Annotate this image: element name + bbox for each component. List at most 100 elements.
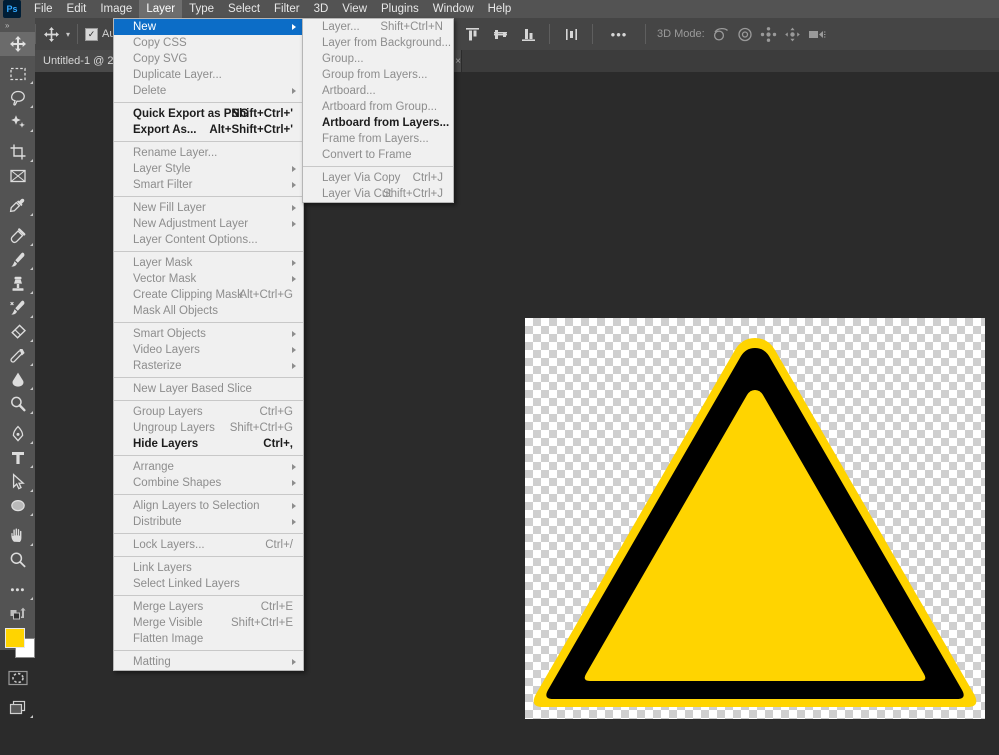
dodge-tool-icon[interactable] xyxy=(0,392,35,416)
move-tool-icon[interactable] xyxy=(0,32,35,56)
history-brush-tool-icon[interactable] xyxy=(0,296,35,320)
screen-mode-icon[interactable] xyxy=(0,696,35,720)
new-submenu-item-group-from-layers[interactable]: Group from Layers... xyxy=(303,67,453,83)
distribute-horizontal-icon[interactable] xyxy=(557,27,585,42)
layer-menu-item-video-layers[interactable]: Video Layers xyxy=(114,342,303,358)
layer-menu-item-smart-objects[interactable]: Smart Objects xyxy=(114,326,303,342)
layer-menu-item-mask-all-objects[interactable]: Mask All Objects xyxy=(114,303,303,319)
new-submenu-item-layer-via-copy[interactable]: Layer Via CopyCtrl+J xyxy=(303,170,453,186)
zoom-tool-icon[interactable] xyxy=(0,548,35,572)
lasso-tool-icon[interactable] xyxy=(0,86,35,110)
layer-menu-item-create-clipping-mask[interactable]: Create Clipping MaskAlt+Ctrl+G xyxy=(114,287,303,303)
tools-panel-collapse-button[interactable]: » xyxy=(0,18,35,32)
layer-menu-item-distribute[interactable]: Distribute xyxy=(114,514,303,530)
pen-tool-icon[interactable] xyxy=(0,422,35,446)
align-bottom-edges-icon[interactable] xyxy=(514,27,542,42)
layer-menu-item-rename-layer[interactable]: Rename Layer... xyxy=(114,145,303,161)
foreground-color-swatch[interactable] xyxy=(5,628,25,648)
menubar-item-help[interactable]: Help xyxy=(481,0,519,18)
menubar-item-file[interactable]: File xyxy=(27,0,60,18)
blur-tool-icon[interactable] xyxy=(0,368,35,392)
layer-menu-item-new[interactable]: New xyxy=(114,19,303,35)
layer-menu-item-new-adjustment-layer[interactable]: New Adjustment Layer xyxy=(114,216,303,232)
layer-menu-item-layer-mask[interactable]: Layer Mask xyxy=(114,255,303,271)
clone-stamp-tool-icon[interactable] xyxy=(0,272,35,296)
new-submenu-item-layer-via-cut[interactable]: Layer Via CutShift+Ctrl+J xyxy=(303,186,453,202)
rectangular-marquee-tool-icon[interactable] xyxy=(0,62,35,86)
layer-menu-item-merge-layers[interactable]: Merge LayersCtrl+E xyxy=(114,599,303,615)
swap-colors-icon[interactable] xyxy=(0,602,35,626)
new-submenu-item-layer-from-background[interactable]: Layer from Background... xyxy=(303,35,453,51)
layer-menu-item-quick-export-as-png[interactable]: Quick Export as PNGShift+Ctrl+' xyxy=(114,106,303,122)
layer-menu-item-align-layers-to-selection[interactable]: Align Layers to Selection xyxy=(114,498,303,514)
eraser-tool-icon[interactable] xyxy=(0,320,35,344)
eyedropper-tool-icon[interactable] xyxy=(0,194,35,218)
more-options-button[interactable]: ••• xyxy=(600,27,638,42)
new-submenu-item-convert-to-frame[interactable]: Convert to Frame xyxy=(303,147,453,163)
layer-menu-item-matting[interactable]: Matting xyxy=(114,654,303,670)
brush-tool-icon[interactable] xyxy=(0,248,35,272)
chevron-down-icon[interactable]: ▾ xyxy=(66,30,70,39)
pan-3d-icon[interactable] xyxy=(757,27,781,42)
move-tool-icon[interactable] xyxy=(43,26,60,43)
color-swatches[interactable] xyxy=(0,626,35,660)
quick-mask-icon[interactable] xyxy=(0,666,35,690)
gradient-tool-icon[interactable] xyxy=(0,344,35,368)
menubar-item-type[interactable]: Type xyxy=(182,0,221,18)
layer-menu-item-layer-content-options[interactable]: Layer Content Options... xyxy=(114,232,303,248)
layer-menu-item-new-fill-layer[interactable]: New Fill Layer xyxy=(114,200,303,216)
new-submenu-dropdown[interactable]: Layer...Shift+Ctrl+NLayer from Backgroun… xyxy=(302,18,454,203)
layer-menu-item-vector-mask[interactable]: Vector Mask xyxy=(114,271,303,287)
path-selection-tool-icon[interactable] xyxy=(0,470,35,494)
crop-tool-icon[interactable] xyxy=(0,140,35,164)
artboard-transparent-background[interactable] xyxy=(525,318,985,719)
layer-menu-item-smart-filter[interactable]: Smart Filter xyxy=(114,177,303,193)
menubar-item-window[interactable]: Window xyxy=(426,0,481,18)
layer-menu-item-export-as[interactable]: Export As...Alt+Shift+Ctrl+' xyxy=(114,122,303,138)
layer-menu-item-new-layer-based-slice[interactable]: New Layer Based Slice xyxy=(114,381,303,397)
align-top-edges-icon[interactable] xyxy=(458,27,486,42)
roll-3d-icon[interactable] xyxy=(733,27,757,42)
new-submenu-item-artboard[interactable]: Artboard... xyxy=(303,83,453,99)
menubar-item-image[interactable]: Image xyxy=(93,0,139,18)
layer-menu-item-group-layers[interactable]: Group LayersCtrl+G xyxy=(114,404,303,420)
menubar-item-filter[interactable]: Filter xyxy=(267,0,307,18)
menubar-item-layer[interactable]: Layer xyxy=(139,0,182,18)
new-submenu-item-layer[interactable]: Layer...Shift+Ctrl+N xyxy=(303,19,453,35)
layer-menu-item-rasterize[interactable]: Rasterize xyxy=(114,358,303,374)
new-submenu-item-artboard-from-layers[interactable]: Artboard from Layers... xyxy=(303,115,453,131)
new-submenu-item-artboard-from-group[interactable]: Artboard from Group... xyxy=(303,99,453,115)
hand-tool-icon[interactable] xyxy=(0,524,35,548)
layer-menu-item-combine-shapes[interactable]: Combine Shapes xyxy=(114,475,303,491)
layer-menu-item-link-layers[interactable]: Link Layers xyxy=(114,560,303,576)
layer-menu-item-select-linked-layers[interactable]: Select Linked Layers xyxy=(114,576,303,592)
layer-menu-item-copy-svg[interactable]: Copy SVG xyxy=(114,51,303,67)
layer-menu-item-arrange[interactable]: Arrange xyxy=(114,459,303,475)
frame-tool-icon[interactable] xyxy=(0,164,35,188)
auto-select-checkbox[interactable]: ✓ Au xyxy=(85,28,115,41)
menubar-item-select[interactable]: Select xyxy=(221,0,267,18)
layer-menu-item-delete[interactable]: Delete xyxy=(114,83,303,99)
orbit-3d-icon[interactable] xyxy=(709,27,733,42)
layer-menu-item-merge-visible[interactable]: Merge VisibleShift+Ctrl+E xyxy=(114,615,303,631)
layer-menu-item-duplicate-layer[interactable]: Duplicate Layer... xyxy=(114,67,303,83)
new-submenu-item-group[interactable]: Group... xyxy=(303,51,453,67)
type-tool-icon[interactable] xyxy=(0,446,35,470)
menubar-item-plugins[interactable]: Plugins xyxy=(374,0,426,18)
object-selection-tool-icon[interactable] xyxy=(0,110,35,134)
new-submenu-item-frame-from-layers[interactable]: Frame from Layers... xyxy=(303,131,453,147)
layer-menu-item-layer-style[interactable]: Layer Style xyxy=(114,161,303,177)
menubar-item-3d[interactable]: 3D xyxy=(307,0,336,18)
ellipse-shape-tool-icon[interactable] xyxy=(0,494,35,518)
scale-3d-icon[interactable] xyxy=(805,27,829,41)
spot-healing-brush-tool-icon[interactable] xyxy=(0,224,35,248)
align-vertical-centers-icon[interactable] xyxy=(486,27,514,42)
menubar-item-edit[interactable]: Edit xyxy=(60,0,94,18)
layer-menu-item-lock-layers[interactable]: Lock Layers...Ctrl+/ xyxy=(114,537,303,553)
edit-toolbar-tool-icon[interactable] xyxy=(0,578,35,602)
slide-3d-icon[interactable] xyxy=(781,27,805,42)
menubar-item-view[interactable]: View xyxy=(335,0,374,18)
layer-menu-item-hide-layers[interactable]: Hide LayersCtrl+, xyxy=(114,436,303,452)
layer-menu-item-copy-css[interactable]: Copy CSS xyxy=(114,35,303,51)
layer-menu-item-ungroup-layers[interactable]: Ungroup LayersShift+Ctrl+G xyxy=(114,420,303,436)
